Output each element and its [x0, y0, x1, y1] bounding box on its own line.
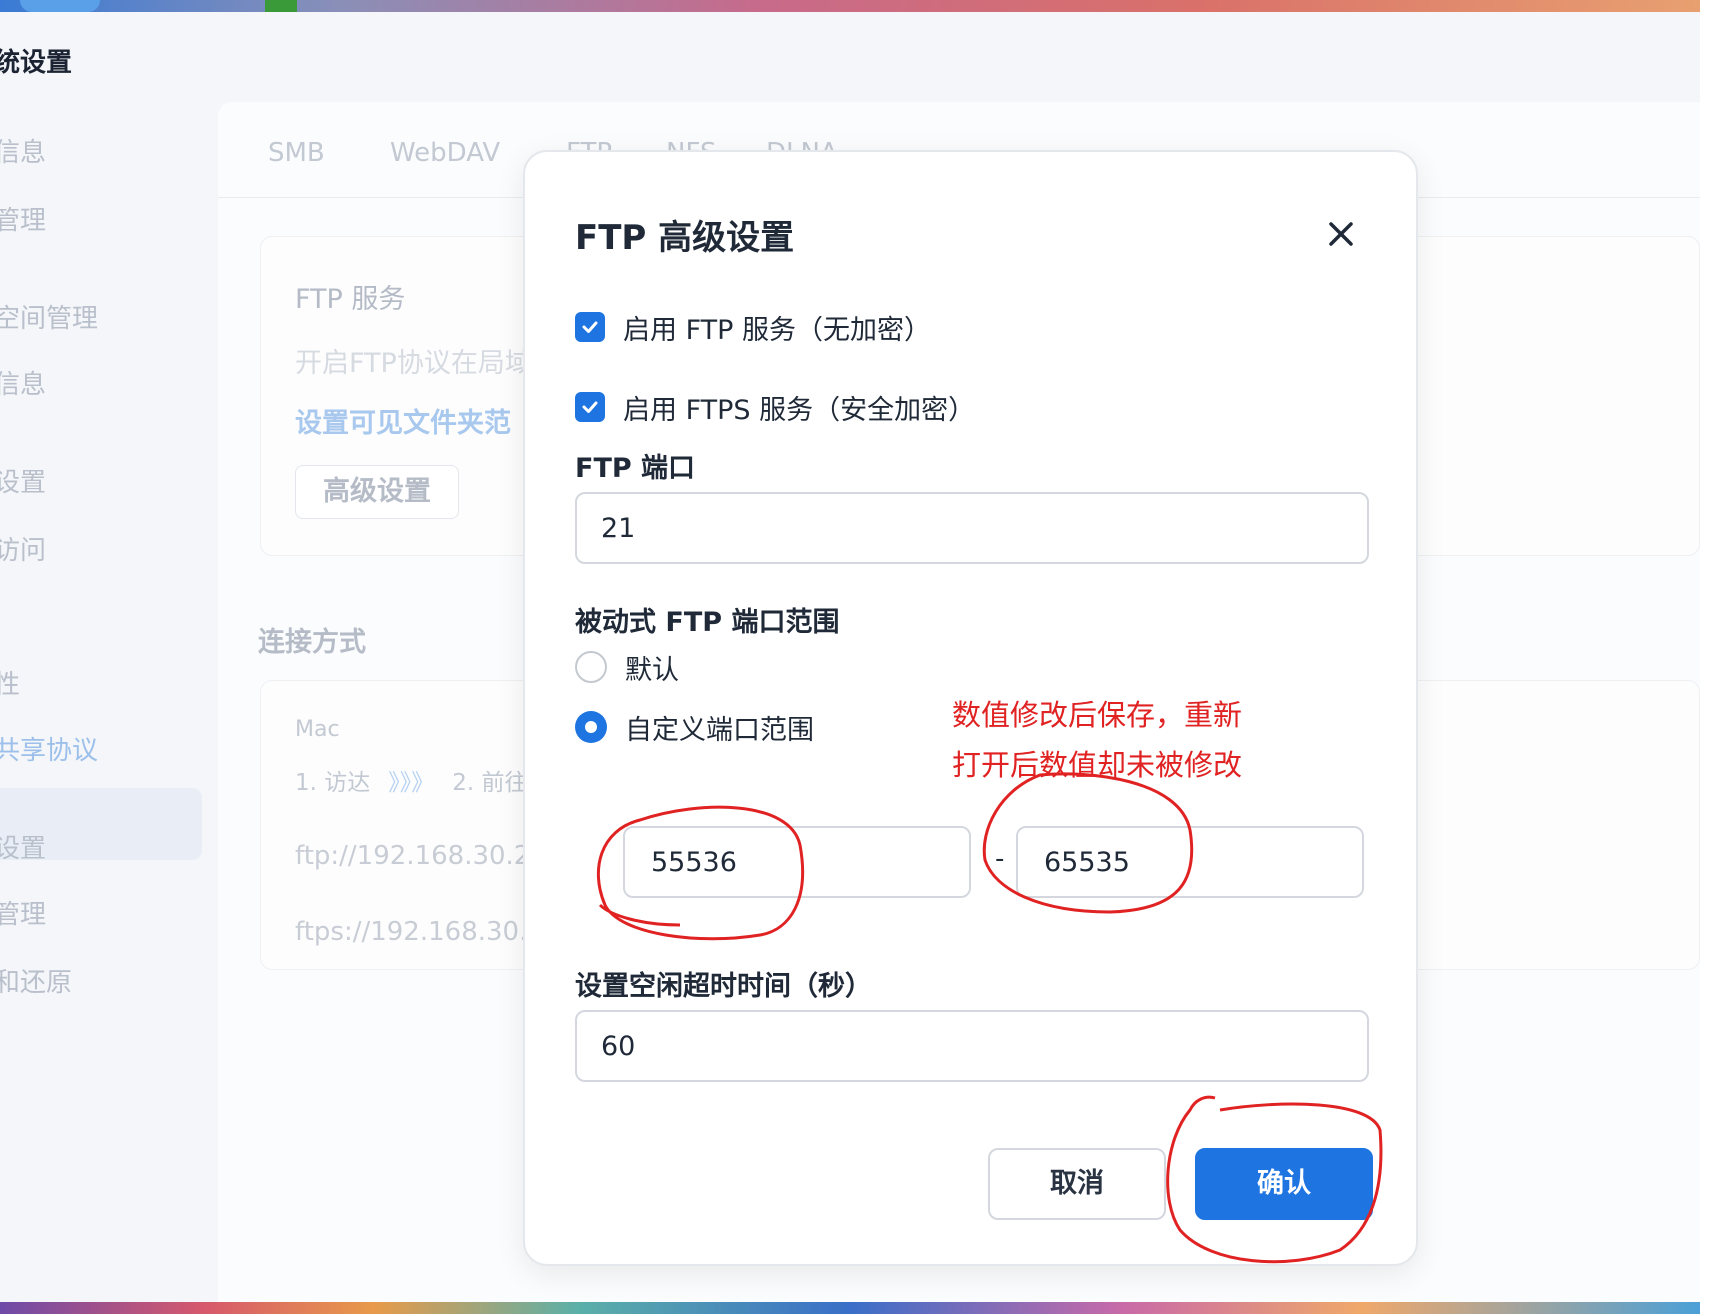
sidebar-item[interactable]: 性	[0, 664, 20, 701]
passive-range-label: 被动式 FTP 端口范围	[575, 607, 840, 638]
window-title: 统设置	[0, 48, 73, 78]
step-2: 2. 前往	[452, 770, 528, 796]
sidebar-item-share-protocol[interactable]: 共享协议	[0, 730, 98, 767]
annotation-note: 数值修改后保存，重新 打开后数值却未被修改	[952, 690, 1242, 790]
ftp-service-description: 开启FTP协议在局域	[295, 348, 532, 379]
enable-ftps-option[interactable]: 启用 FTPS 服务（安全加密）	[575, 389, 976, 426]
port-range-end-input[interactable]	[1016, 826, 1364, 898]
sidebar: 信息 管理 空间管理 信息 设置 访问 性 共享协议 设置 管理 和还原	[0, 102, 218, 1292]
enable-ftps-label: 启用 FTPS 服务（安全加密）	[623, 394, 976, 426]
connection-steps: 1. 访达 》》》 2. 前往	[295, 763, 528, 797]
sidebar-item[interactable]: 信息	[0, 364, 46, 401]
passive-custom-radio[interactable]	[575, 711, 607, 743]
idle-timeout-label: 设置空闲超时时间（秒）	[575, 971, 872, 1002]
ftps-url[interactable]: ftps://192.168.30.2	[295, 917, 544, 947]
desktop-wallpaper-bottom	[0, 1302, 1700, 1314]
annotation-line-1: 数值修改后保存，重新	[952, 698, 1243, 732]
sidebar-item[interactable]: 信息	[0, 132, 46, 169]
app-icon	[20, 0, 100, 12]
passive-custom-option[interactable]: 自定义端口范围	[575, 709, 814, 746]
idle-timeout-input[interactable]	[575, 1010, 1369, 1082]
enable-ftp-checkbox[interactable]	[575, 312, 605, 342]
connection-section-title: 连接方式	[258, 627, 366, 658]
dialog-title: FTP 高级设置	[575, 218, 795, 258]
close-icon[interactable]	[1321, 214, 1361, 254]
platform-label: Mac	[295, 717, 340, 742]
step-1: 1. 访达	[295, 770, 371, 796]
ftp-url[interactable]: ftp://192.168.30.25	[295, 841, 547, 871]
enable-ftp-label: 启用 FTP 服务（无加密）	[623, 314, 931, 346]
visible-folders-link[interactable]: 设置可见文件夹范	[295, 401, 511, 440]
tab-webdav[interactable]: WebDAV	[390, 138, 500, 168]
passive-default-label: 默认	[625, 654, 679, 686]
passive-custom-label: 自定义端口范围	[625, 714, 814, 746]
ftp-service-title: FTP 服务	[295, 284, 406, 315]
sidebar-item[interactable]: 设置	[0, 828, 46, 865]
sidebar-item[interactable]: 空间管理	[0, 298, 98, 335]
sidebar-item[interactable]: 访问	[0, 530, 46, 567]
sidebar-item[interactable]: 和还原	[0, 962, 72, 999]
passive-default-radio[interactable]	[575, 651, 607, 683]
range-separator: -	[995, 844, 1005, 874]
annotation-line-2: 打开后数值却未被修改	[952, 748, 1243, 782]
sidebar-item[interactable]: 管理	[0, 200, 46, 237]
advanced-settings-button[interactable]: 高级设置	[295, 465, 459, 519]
check-icon	[582, 401, 598, 413]
ftp-port-label: FTP 端口	[575, 453, 696, 484]
sidebar-item[interactable]: 设置	[0, 462, 46, 499]
tab-smb[interactable]: SMB	[268, 138, 325, 168]
check-icon	[582, 321, 598, 333]
ftp-port-input[interactable]	[575, 492, 1369, 564]
enable-ftp-option[interactable]: 启用 FTP 服务（无加密）	[575, 309, 931, 346]
cancel-button[interactable]: 取消	[988, 1148, 1166, 1220]
desktop-wallpaper-top	[0, 0, 1700, 12]
port-range-start-input[interactable]	[623, 826, 971, 898]
sidebar-item[interactable]: 管理	[0, 894, 46, 931]
app-icon	[265, 0, 297, 12]
passive-default-option[interactable]: 默认	[575, 649, 679, 686]
enable-ftps-checkbox[interactable]	[575, 392, 605, 422]
window-header: 统设置	[0, 12, 1700, 102]
steps-arrow-icon: 》》》	[388, 770, 435, 796]
confirm-button[interactable]: 确认	[1195, 1148, 1373, 1220]
